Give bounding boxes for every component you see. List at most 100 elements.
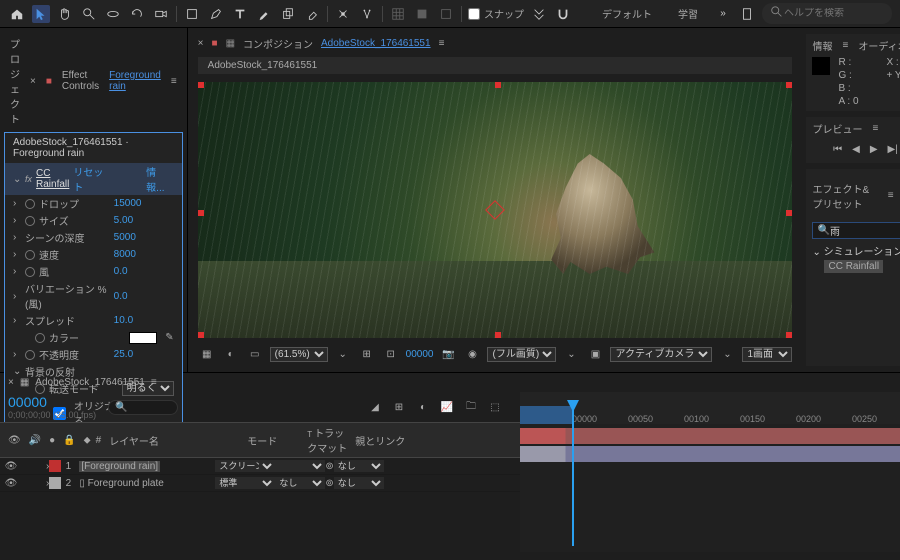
- param-drops-value[interactable]: 15000: [114, 198, 174, 209]
- transform-handle[interactable]: [198, 332, 204, 338]
- stopwatch-icon[interactable]: [25, 216, 35, 226]
- caret-icon[interactable]: ⌄: [13, 366, 21, 377]
- fill-icon[interactable]: [437, 5, 455, 23]
- layer-bar[interactable]: [520, 428, 900, 444]
- play-icon[interactable]: ▶: [870, 144, 878, 155]
- panel-menu-icon[interactable]: ≡: [151, 377, 157, 388]
- hand-tool-icon[interactable]: [56, 5, 74, 23]
- snapshot-icon[interactable]: 📷: [439, 345, 457, 363]
- chevron-down-icon[interactable]: ⌄: [718, 345, 736, 363]
- panel-menu-icon[interactable]: ≡: [439, 38, 445, 49]
- eyedropper-icon[interactable]: ✎: [165, 332, 173, 343]
- transform-handle[interactable]: [786, 210, 792, 216]
- next-frame-icon[interactable]: ▶|: [888, 144, 898, 155]
- tab-preview[interactable]: プレビュー: [812, 121, 862, 136]
- render-icon[interactable]: ◐: [222, 345, 240, 363]
- panel-menu-icon[interactable]: ≡: [872, 123, 878, 134]
- help-search-input[interactable]: [784, 8, 884, 19]
- lock-column-icon[interactable]: 🔒: [59, 435, 79, 446]
- param-size-value[interactable]: 5.00: [114, 215, 174, 226]
- playhead[interactable]: [572, 406, 574, 546]
- home-icon[interactable]: [8, 5, 26, 23]
- panel-menu-icon[interactable]: ≡: [888, 190, 894, 201]
- time-ruler[interactable]: 00000 00050 00100 00150 00200 00250 0030…: [520, 392, 900, 424]
- zoom-tool-icon[interactable]: [80, 5, 98, 23]
- tab-project[interactable]: プロジェクト: [10, 36, 20, 126]
- snap-opts-icon[interactable]: [530, 5, 548, 23]
- transform-handle[interactable]: [495, 332, 501, 338]
- view-icon[interactable]: ▣: [586, 345, 604, 363]
- parent-select[interactable]: なし: [334, 477, 384, 489]
- layer-color[interactable]: [49, 460, 61, 472]
- param-speed-value[interactable]: 8000: [114, 249, 174, 260]
- layer-search[interactable]: 🔍: [108, 400, 178, 415]
- close-icon[interactable]: ×: [30, 76, 36, 87]
- tab-info[interactable]: 情報: [812, 38, 832, 53]
- caret-icon[interactable]: ›: [13, 232, 21, 243]
- effects-search-input[interactable]: [830, 225, 900, 236]
- eraser-tool-icon[interactable]: [303, 5, 321, 23]
- grid-icon[interactable]: ⊞: [358, 345, 376, 363]
- caret-down-icon[interactable]: ⌄: [13, 174, 21, 185]
- param-variation-value[interactable]: 0.0: [114, 291, 174, 302]
- panel-menu-icon[interactable]: ≡: [171, 76, 177, 87]
- transform-handle[interactable]: [495, 82, 501, 88]
- timeline-track-area[interactable]: 00000 00050 00100 00150 00200 00250 0030…: [520, 392, 900, 552]
- layer-name[interactable]: [Foreground rain]: [79, 461, 160, 472]
- clone-tool-icon[interactable]: [279, 5, 297, 23]
- close-icon[interactable]: ×: [8, 377, 14, 388]
- comp-link[interactable]: AdobeStock_176461551: [321, 38, 431, 49]
- stroke-icon[interactable]: [413, 5, 431, 23]
- layer-name[interactable]: Foreground plate: [88, 478, 164, 489]
- stopwatch-icon[interactable]: [25, 267, 35, 277]
- comp-tab[interactable]: AdobeStock_176461551: [198, 57, 793, 74]
- visibility-toggle[interactable]: 👁: [4, 461, 18, 472]
- parent-select[interactable]: なし: [334, 460, 384, 472]
- pickwhip-icon[interactable]: ⊚: [325, 461, 333, 472]
- snap-toggle[interactable]: スナップ: [468, 6, 524, 21]
- pickwhip-icon[interactable]: ⊚: [325, 478, 333, 489]
- tab-effect-controls[interactable]: Effect Controls: [62, 70, 99, 92]
- category-simulation[interactable]: ⌄ シミュレーション: [812, 243, 900, 258]
- draft3d-icon[interactable]: 🗀: [462, 399, 480, 415]
- close-icon[interactable]: ×: [198, 38, 204, 49]
- blend-mode-select[interactable]: スクリーン: [215, 460, 275, 472]
- caret-icon[interactable]: ›: [13, 198, 21, 209]
- caret-icon[interactable]: ›: [13, 291, 21, 302]
- solo-column-icon[interactable]: ●: [45, 435, 59, 446]
- effect-name[interactable]: CC Rainfall: [36, 168, 69, 190]
- magnet-icon[interactable]: [554, 5, 572, 23]
- viewport-timecode[interactable]: 00000: [406, 349, 434, 360]
- help-search[interactable]: [762, 3, 892, 24]
- roto-tool-icon[interactable]: [334, 5, 352, 23]
- first-frame-icon[interactable]: ⏮: [833, 144, 842, 155]
- effect-controls-link[interactable]: Foreground rain: [109, 70, 161, 92]
- col-parent[interactable]: 親とリンク: [351, 433, 411, 448]
- camera-select[interactable]: アクティブカメラ: [610, 347, 712, 362]
- transform-handle[interactable]: [786, 332, 792, 338]
- preset-cc-rainfall[interactable]: CC Rainfall: [824, 260, 883, 273]
- frame-blend-icon[interactable]: ⊞: [390, 399, 408, 415]
- caret-icon[interactable]: ›: [13, 249, 21, 260]
- transform-handle[interactable]: [198, 82, 204, 88]
- quality-select[interactable]: (フル画質): [487, 347, 556, 362]
- col-mode[interactable]: モード: [243, 433, 303, 448]
- zoom-select[interactable]: (61.5%): [270, 347, 328, 362]
- param-depth-value[interactable]: 5000: [114, 232, 174, 243]
- param-opacity-value[interactable]: 25.0: [114, 349, 174, 360]
- timeline-timecode[interactable]: 00000: [8, 394, 96, 410]
- graph-icon[interactable]: 📈: [438, 399, 456, 415]
- caret-icon[interactable]: ›: [13, 215, 21, 226]
- blend-mode-select[interactable]: 標準: [215, 477, 275, 489]
- workspace-learn[interactable]: 学習: [668, 4, 708, 23]
- layer-row[interactable]: 👁 › 2 ▯ Foreground plate 標準 なし ⊚ なし: [0, 475, 520, 492]
- color-swatch[interactable]: [129, 332, 157, 344]
- shy-icon[interactable]: ◢: [366, 399, 384, 415]
- views-select[interactable]: 1画面: [742, 347, 792, 362]
- stopwatch-icon[interactable]: [25, 250, 35, 260]
- eye-column-icon[interactable]: 👁: [4, 435, 25, 446]
- workspace-default[interactable]: デフォルト: [592, 4, 662, 23]
- type-tool-icon[interactable]: [231, 5, 249, 23]
- render-icon[interactable]: ⬚: [486, 399, 504, 415]
- mesh-icon[interactable]: [389, 5, 407, 23]
